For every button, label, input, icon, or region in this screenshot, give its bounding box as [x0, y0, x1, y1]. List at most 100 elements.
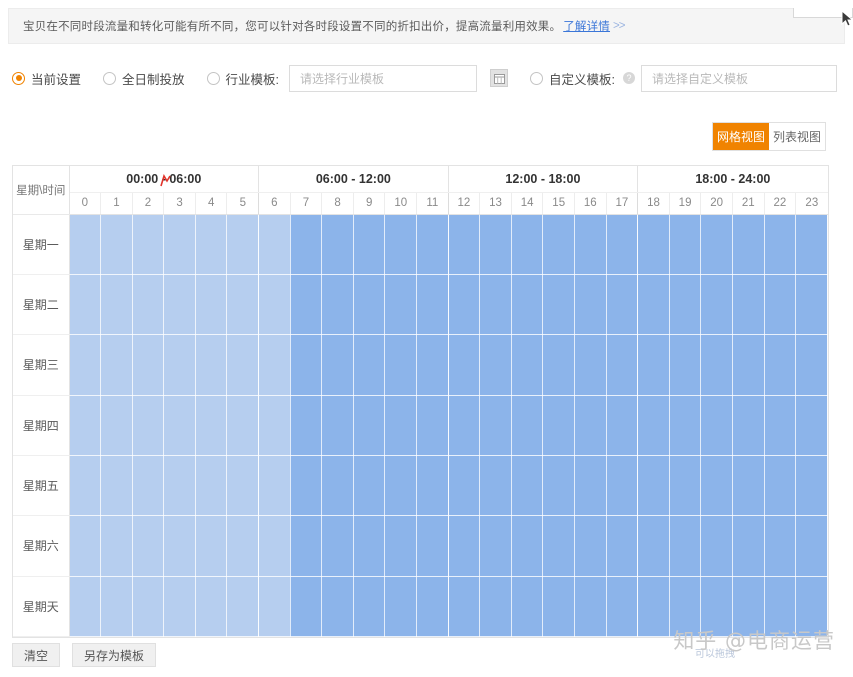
grid-cell-6-15[interactable]	[543, 576, 575, 636]
grid-cell-3-22[interactable]	[764, 395, 796, 455]
grid-cell-5-2[interactable]	[132, 516, 164, 576]
grid-cell-3-11[interactable]	[417, 395, 449, 455]
grid-cell-4-17[interactable]	[606, 455, 638, 515]
grid-cell-3-15[interactable]	[543, 395, 575, 455]
grid-cell-4-16[interactable]	[575, 455, 607, 515]
grid-cell-2-2[interactable]	[132, 335, 164, 395]
grid-cell-1-12[interactable]	[448, 274, 480, 334]
grid-cell-3-23[interactable]	[796, 395, 828, 455]
grid-cell-5-10[interactable]	[385, 516, 417, 576]
grid-cell-5-22[interactable]	[764, 516, 796, 576]
grid-cell-3-2[interactable]	[132, 395, 164, 455]
grid-cell-3-9[interactable]	[353, 395, 385, 455]
tab-grid-view[interactable]: 网格视图	[713, 123, 769, 150]
grid-cell-1-18[interactable]	[638, 274, 670, 334]
grid-cell-1-21[interactable]	[732, 274, 764, 334]
grid-cell-1-16[interactable]	[575, 274, 607, 334]
custom-template-select[interactable]: 请选择自定义模板	[641, 65, 837, 92]
grid-cell-0-10[interactable]	[385, 214, 417, 274]
grid-cell-5-14[interactable]	[511, 516, 543, 576]
grid-cell-5-4[interactable]	[195, 516, 227, 576]
grid-cell-6-5[interactable]	[227, 576, 259, 636]
grid-cell-1-14[interactable]	[511, 274, 543, 334]
grid-cell-0-0[interactable]	[69, 214, 101, 274]
grid-cell-3-7[interactable]	[290, 395, 322, 455]
grid-cell-6-17[interactable]	[606, 576, 638, 636]
grid-cell-3-18[interactable]	[638, 395, 670, 455]
grid-cell-4-6[interactable]	[259, 455, 291, 515]
grid-cell-5-23[interactable]	[796, 516, 828, 576]
grid-cell-2-5[interactable]	[227, 335, 259, 395]
grid-cell-5-21[interactable]	[732, 516, 764, 576]
grid-cell-4-21[interactable]	[732, 455, 764, 515]
grid-cell-0-15[interactable]	[543, 214, 575, 274]
grid-cell-1-7[interactable]	[290, 274, 322, 334]
grid-cell-2-14[interactable]	[511, 335, 543, 395]
grid-cell-1-17[interactable]	[606, 274, 638, 334]
grid-cell-2-11[interactable]	[417, 335, 449, 395]
grid-cell-0-23[interactable]	[796, 214, 828, 274]
grid-cell-4-14[interactable]	[511, 455, 543, 515]
grid-cell-2-16[interactable]	[575, 335, 607, 395]
radio-all-day[interactable]	[103, 72, 116, 85]
grid-cell-3-6[interactable]	[259, 395, 291, 455]
grid-cell-4-19[interactable]	[669, 455, 701, 515]
grid-cell-1-19[interactable]	[669, 274, 701, 334]
grid-cell-2-20[interactable]	[701, 335, 733, 395]
grid-cell-0-22[interactable]	[764, 214, 796, 274]
grid-cell-0-17[interactable]	[606, 214, 638, 274]
grid-cell-5-5[interactable]	[227, 516, 259, 576]
grid-cell-5-0[interactable]	[69, 516, 101, 576]
grid-cell-1-11[interactable]	[417, 274, 449, 334]
grid-cell-0-7[interactable]	[290, 214, 322, 274]
grid-cell-5-1[interactable]	[101, 516, 133, 576]
grid-cell-4-15[interactable]	[543, 455, 575, 515]
grid-cell-5-3[interactable]	[164, 516, 196, 576]
grid-cell-6-18[interactable]	[638, 576, 670, 636]
grid-cell-6-12[interactable]	[448, 576, 480, 636]
grid-cell-6-3[interactable]	[164, 576, 196, 636]
grid-cell-0-1[interactable]	[101, 214, 133, 274]
grid-cell-0-12[interactable]	[448, 214, 480, 274]
grid-cell-0-20[interactable]	[701, 214, 733, 274]
grid-cell-2-19[interactable]	[669, 335, 701, 395]
grid-cell-5-19[interactable]	[669, 516, 701, 576]
grid-cell-2-0[interactable]	[69, 335, 101, 395]
grid-cell-4-5[interactable]	[227, 455, 259, 515]
grid-cell-6-8[interactable]	[322, 576, 354, 636]
grid-cell-3-10[interactable]	[385, 395, 417, 455]
radio-current-settings[interactable]	[12, 72, 25, 85]
grid-cell-0-8[interactable]	[322, 214, 354, 274]
grid-cell-3-19[interactable]	[669, 395, 701, 455]
grid-cell-6-9[interactable]	[353, 576, 385, 636]
industry-template-select[interactable]: 请选择行业模板	[289, 65, 477, 92]
grid-cell-3-17[interactable]	[606, 395, 638, 455]
grid-cell-2-1[interactable]	[101, 335, 133, 395]
grid-cell-3-13[interactable]	[480, 395, 512, 455]
grid-cell-2-18[interactable]	[638, 335, 670, 395]
grid-cell-4-2[interactable]	[132, 455, 164, 515]
grid-cell-0-11[interactable]	[417, 214, 449, 274]
calendar-icon-button[interactable]	[490, 69, 508, 87]
grid-cell-5-11[interactable]	[417, 516, 449, 576]
grid-cell-1-13[interactable]	[480, 274, 512, 334]
chevron-right-icon[interactable]: >>	[613, 20, 624, 32]
grid-cell-4-3[interactable]	[164, 455, 196, 515]
grid-cell-0-19[interactable]	[669, 214, 701, 274]
grid-cell-1-0[interactable]	[69, 274, 101, 334]
grid-cell-6-6[interactable]	[259, 576, 291, 636]
grid-cell-3-0[interactable]	[69, 395, 101, 455]
grid-cell-5-13[interactable]	[480, 516, 512, 576]
grid-cell-2-17[interactable]	[606, 335, 638, 395]
grid-cell-5-20[interactable]	[701, 516, 733, 576]
radio-custom-template[interactable]	[530, 72, 543, 85]
grid-cell-5-12[interactable]	[448, 516, 480, 576]
grid-cell-0-4[interactable]	[195, 214, 227, 274]
grid-cell-1-8[interactable]	[322, 274, 354, 334]
clear-button[interactable]: 清空	[12, 643, 60, 667]
grid-cell-3-16[interactable]	[575, 395, 607, 455]
grid-cell-2-12[interactable]	[448, 335, 480, 395]
grid-cell-4-4[interactable]	[195, 455, 227, 515]
grid-cell-0-3[interactable]	[164, 214, 196, 274]
grid-cell-2-6[interactable]	[259, 335, 291, 395]
